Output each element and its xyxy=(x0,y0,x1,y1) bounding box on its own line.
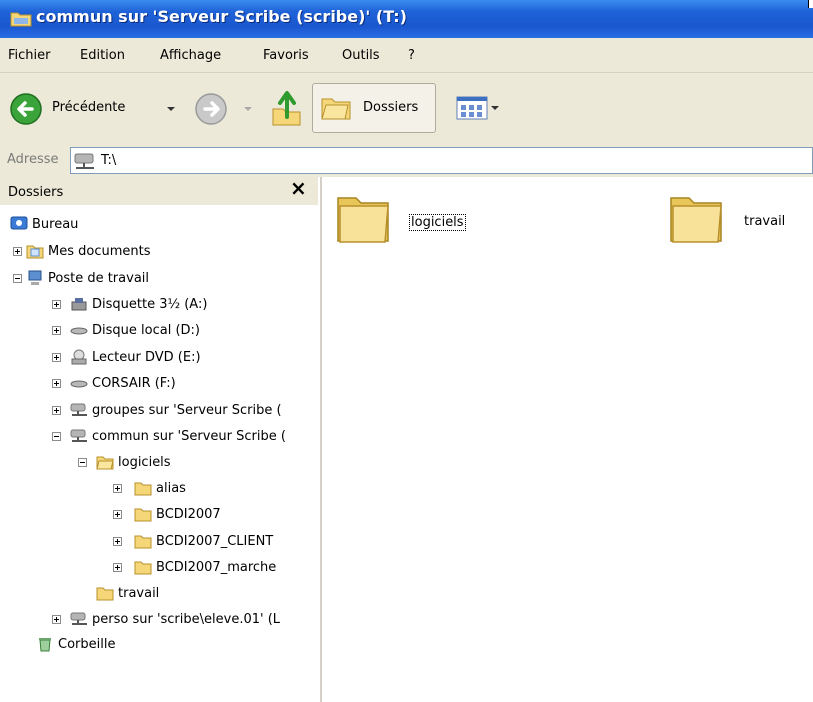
folders-icon xyxy=(321,98,351,120)
content-item-label: logiciels xyxy=(409,214,466,231)
window-title: commun sur 'Serveur Scribe (scribe)' (T:… xyxy=(36,7,407,26)
folders-pane-title: Dossiers xyxy=(8,185,64,200)
removable-drive-icon xyxy=(70,380,88,388)
content-item-travail[interactable]: travail xyxy=(668,188,808,258)
menu-affichage[interactable]: Affichage xyxy=(160,48,221,63)
hard-drive-icon xyxy=(70,327,88,335)
content-item-label: travail xyxy=(744,214,786,229)
expand-toggle[interactable] xyxy=(13,247,22,256)
folders-pane-header: Dossiers × xyxy=(0,176,318,205)
folder-icon xyxy=(134,561,152,575)
recycle-bin-icon xyxy=(39,638,51,652)
network-drive-icon xyxy=(74,153,94,169)
toolbar: Précédente Dossiers xyxy=(0,73,813,146)
menu-bar: Fichier Edition Affichage Favoris Outils… xyxy=(0,38,813,73)
folder-icon xyxy=(134,482,152,496)
collapse-toggle[interactable] xyxy=(13,274,22,283)
close-icon[interactable]: × xyxy=(290,176,307,200)
up-folder-icon[interactable] xyxy=(270,89,304,127)
menu-fichier[interactable]: Fichier xyxy=(8,48,51,63)
menu-help[interactable]: ? xyxy=(408,48,415,63)
back-dropdown-icon[interactable] xyxy=(166,106,176,112)
network-drive-icon xyxy=(70,403,87,416)
expand-toggle[interactable] xyxy=(113,537,122,546)
address-field[interactable]: T:\ xyxy=(70,147,813,174)
back-arrow-icon xyxy=(10,93,42,125)
expand-toggle[interactable] xyxy=(113,510,122,519)
folder-icon xyxy=(96,587,114,601)
expand-toggle[interactable] xyxy=(52,300,61,309)
forward-arrow-icon[interactable] xyxy=(193,91,229,127)
collapse-toggle[interactable] xyxy=(78,458,87,467)
folder-icon xyxy=(670,197,722,243)
expand-toggle[interactable] xyxy=(52,353,61,362)
my-documents-icon xyxy=(26,245,44,259)
my-computer-icon xyxy=(28,270,42,285)
expand-toggle[interactable] xyxy=(52,406,61,415)
expand-toggle[interactable] xyxy=(52,379,61,388)
menu-edition[interactable]: Edition xyxy=(80,48,125,63)
folder-icon xyxy=(337,197,389,243)
expand-toggle[interactable] xyxy=(52,615,61,624)
folders-button[interactable]: Dossiers xyxy=(312,83,436,133)
title-bar[interactable]: commun sur 'Serveur Scribe (scribe)' (T:… xyxy=(0,0,813,38)
expand-toggle[interactable] xyxy=(113,563,122,572)
network-drive-icon xyxy=(70,429,87,442)
forward-dropdown-icon[interactable] xyxy=(243,106,253,112)
network-drive-icon xyxy=(70,612,87,625)
folders-label: Dossiers xyxy=(363,100,419,115)
floppy-drive-icon xyxy=(71,298,87,311)
back-button[interactable]: Précédente xyxy=(8,91,138,127)
menu-outils[interactable]: Outils xyxy=(342,48,380,63)
folder-icon xyxy=(10,12,32,27)
window-edge xyxy=(808,0,813,8)
views-dropdown-icon[interactable] xyxy=(491,106,499,111)
folder-icon xyxy=(134,535,152,549)
folder-open-icon xyxy=(96,456,114,470)
collapse-toggle[interactable] xyxy=(52,432,61,441)
address-label: Adresse xyxy=(7,152,59,167)
desktop-icon xyxy=(10,216,28,230)
views-icon[interactable] xyxy=(456,95,488,121)
expand-toggle[interactable] xyxy=(113,484,122,493)
back-label: Précédente xyxy=(52,100,126,115)
content-item-logiciels[interactable]: logiciels xyxy=(335,188,515,258)
address-value: T:\ xyxy=(101,153,117,168)
dvd-drive-icon xyxy=(71,349,87,365)
expand-toggle[interactable] xyxy=(52,326,61,335)
menu-favoris[interactable]: Favoris xyxy=(263,48,309,63)
folder-icon xyxy=(134,508,152,522)
